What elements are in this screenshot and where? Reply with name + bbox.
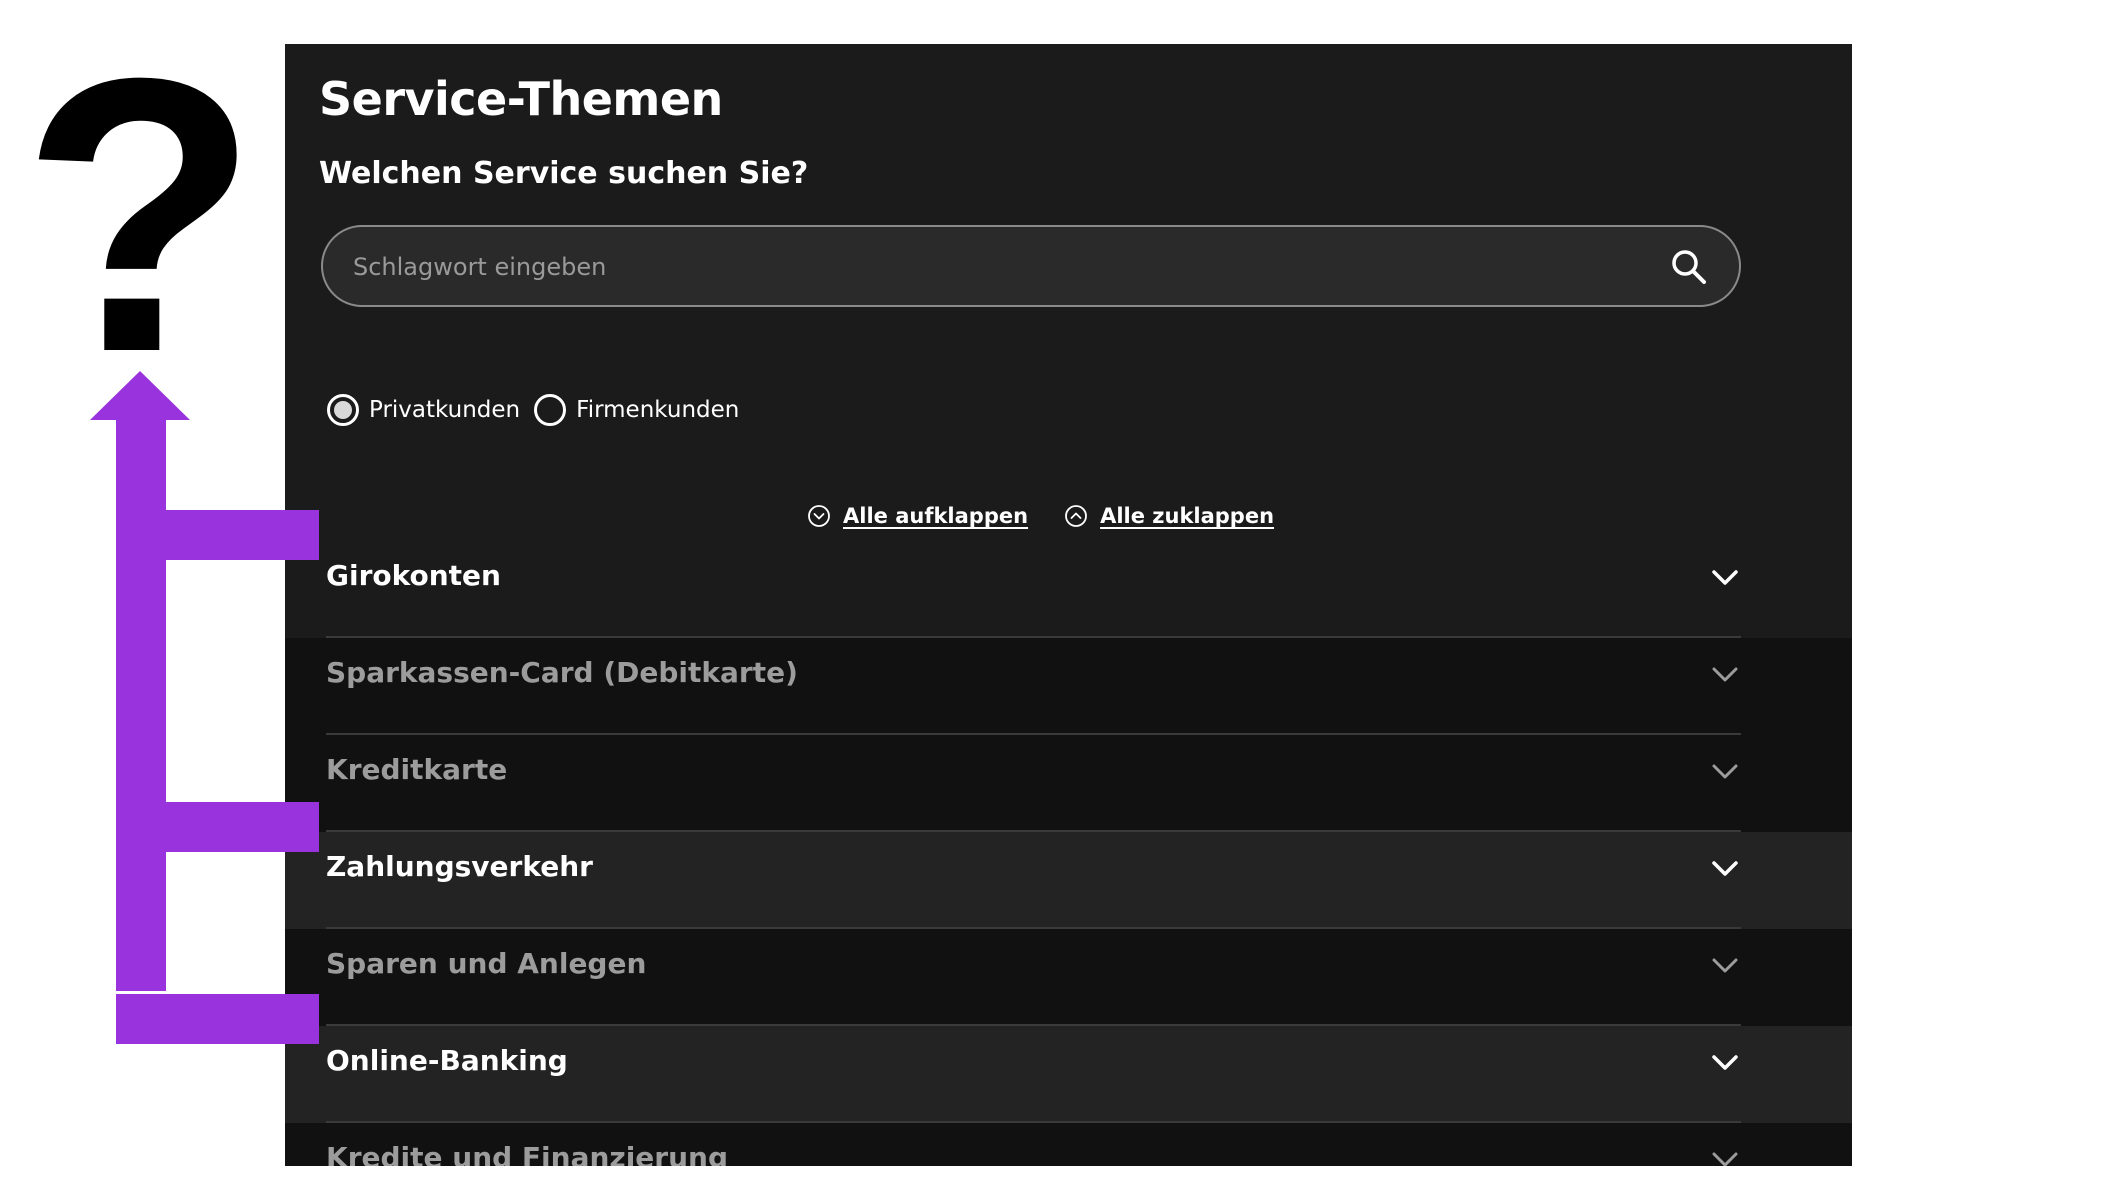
radio-firmenkunden[interactable]: Firmenkunden — [534, 394, 739, 426]
search-input[interactable] — [351, 227, 1655, 307]
chevron-down-icon[interactable] — [1709, 1143, 1741, 1166]
chevron-down-icon[interactable] — [1709, 755, 1741, 787]
radio-unselected-icon[interactable] — [534, 394, 567, 426]
accordion-label: Online-Banking — [326, 1044, 568, 1077]
radio-label-firmenkunden: Firmenkunden — [576, 397, 740, 423]
accordion-item-online-banking[interactable]: Online-Banking — [285, 1026, 1852, 1123]
chevron-up-circle-icon — [1065, 505, 1087, 527]
chevron-down-icon[interactable] — [1709, 1046, 1741, 1078]
accordion-label: Sparkassen-Card (Debitkarte) — [326, 656, 798, 689]
accordion-label: Girokonten — [326, 559, 501, 592]
chevron-down-icon[interactable] — [1709, 852, 1741, 884]
accordion-item-zahlungsverkehr[interactable]: Zahlungsverkehr — [285, 832, 1852, 929]
page-title: Service-Themen — [319, 72, 723, 126]
chevron-down-icon[interactable] — [1709, 561, 1741, 593]
collapse-all-label: Alle zuklappen — [1100, 504, 1275, 528]
question-mark-icon: ? — [21, 0, 259, 433]
chevron-down-icon[interactable] — [1709, 949, 1741, 981]
collapse-all-button[interactable]: Alle zuklappen — [1064, 504, 1274, 528]
radio-selected-icon[interactable] — [327, 394, 359, 426]
service-topics-panel: Service-Themen Welchen Service suchen Si… — [285, 44, 1852, 1166]
accordion-item-kredite-und-finanzierung[interactable]: Kredite und Finanzierung — [285, 1123, 1852, 1166]
arrow-head — [90, 371, 190, 420]
accordion-label: Sparen und Anlegen — [326, 947, 647, 980]
expand-all-button[interactable]: Alle aufklappen — [807, 504, 1028, 528]
expand-all-label: Alle aufklappen — [843, 504, 1029, 528]
accordion-label: Kredite und Finanzierung — [326, 1141, 729, 1166]
search-field[interactable] — [321, 225, 1741, 307]
accordion-controls: Alle aufklappen Alle zuklappen — [807, 500, 1310, 532]
accordion-item-kreditkarte[interactable]: Kreditkarte — [285, 735, 1852, 832]
radio-label-privatkunden: Privatkunden — [369, 397, 521, 423]
chevron-down-icon[interactable] — [1709, 658, 1741, 690]
arrow-shaft — [116, 419, 166, 991]
accordion-label: Zahlungsverkehr — [326, 850, 593, 883]
accordion-item-girokonten[interactable]: Girokonten — [285, 541, 1852, 638]
accordion-label: Kreditkarte — [326, 753, 508, 786]
accordion-item-sparen-und-anlegen[interactable]: Sparen und Anlegen — [285, 929, 1852, 1026]
chevron-down-circle-icon — [808, 505, 830, 527]
page-subtitle: Welchen Service suchen Sie? — [319, 156, 809, 191]
customer-type-radio-group: Privatkunden Firmenkunden — [327, 390, 753, 430]
accordion-list: Girokonten Sparkassen-Card (Debitkarte) … — [285, 541, 1852, 1166]
search-icon[interactable] — [1669, 247, 1709, 287]
accordion-item-sparkassen-card[interactable]: Sparkassen-Card (Debitkarte) — [285, 638, 1852, 735]
radio-privatkunden[interactable]: Privatkunden — [327, 394, 520, 426]
